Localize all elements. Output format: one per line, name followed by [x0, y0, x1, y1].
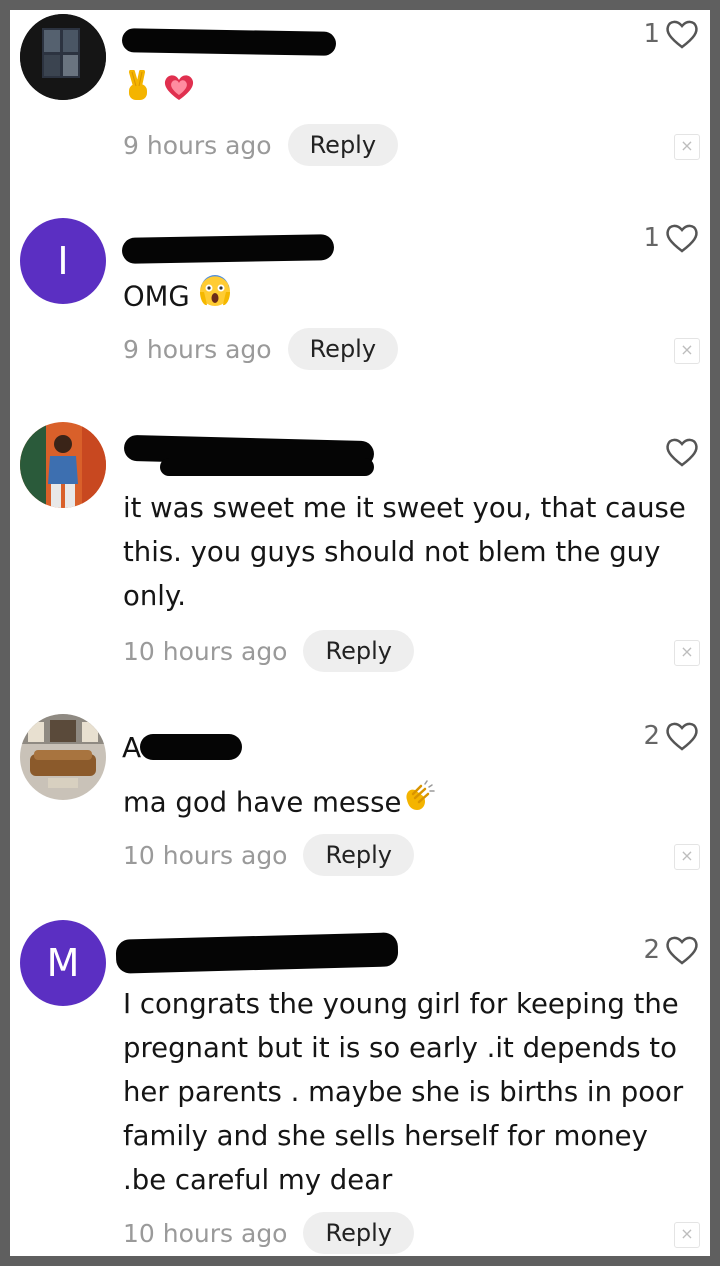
reply-button[interactable]: Reply — [287, 124, 399, 166]
heart-outline-icon — [666, 224, 698, 253]
redaction-mark — [160, 458, 374, 476]
comment-text: I congrats the young girl for keeping th… — [123, 988, 684, 1196]
timestamp: 10 hours ago — [123, 840, 288, 870]
victory-hand-icon — [123, 69, 153, 117]
comment-item: M I congrats the young girl for keeping … — [10, 914, 710, 1256]
avatar[interactable] — [20, 14, 106, 100]
comment-item: I OMG 9 hours ago Reply 1 × — [10, 210, 710, 414]
comment-meta: 10 hours ago Reply — [123, 1212, 414, 1254]
avatar[interactable] — [20, 422, 106, 508]
like-count: 1 — [643, 19, 660, 49]
clapping-hands-icon — [401, 780, 436, 827]
close-icon[interactable]: × — [674, 844, 700, 870]
timestamp: 10 hours ago — [123, 1218, 288, 1248]
like-count: 1 — [643, 223, 660, 253]
avatar[interactable] — [20, 714, 106, 800]
avatar[interactable]: I — [20, 218, 106, 304]
reply-button[interactable]: Reply — [303, 1212, 414, 1254]
timestamp: 10 hours ago — [123, 636, 288, 666]
like-button[interactable]: 2 — [643, 718, 700, 754]
like-button[interactable]: 2 — [643, 932, 700, 968]
timestamp: 9 hours ago — [123, 130, 272, 160]
redaction-mark — [121, 28, 337, 56]
heart-outline-icon — [666, 936, 698, 965]
comment-text: OMG — [123, 274, 686, 321]
avatar[interactable]: M — [20, 920, 106, 1006]
close-icon[interactable]: × — [674, 1222, 700, 1248]
heart-outline-icon — [666, 20, 698, 49]
timestamp: 9 hours ago — [123, 334, 272, 364]
comment-text-content: ma god have messe — [123, 786, 402, 819]
reply-button[interactable]: Reply — [303, 630, 414, 672]
reply-button[interactable]: Reply — [287, 328, 399, 370]
comment-meta: 9 hours ago Reply — [123, 328, 399, 370]
comment-text-content: OMG — [123, 280, 190, 313]
redaction-mark — [140, 734, 242, 760]
comment-item: it was sweet me it sweet you, that cause… — [10, 414, 710, 710]
comment-meta: 10 hours ago Reply — [123, 834, 414, 876]
comment-meta: 9 hours ago Reply — [123, 124, 399, 166]
like-count: 2 — [643, 935, 660, 965]
screaming-face-icon — [198, 274, 232, 321]
comment-text — [123, 69, 686, 117]
heart-outline-icon — [666, 438, 698, 467]
sparkling-heart-icon — [162, 71, 196, 116]
like-button[interactable]: 1 — [643, 220, 700, 256]
close-icon[interactable]: × — [674, 338, 700, 364]
like-button[interactable] — [660, 434, 700, 470]
comment-text: ma god have messe — [123, 780, 686, 827]
like-button[interactable]: 1 — [643, 16, 700, 52]
comments-list: 9 hours ago Reply 1 × I OMG 9 hours ago … — [10, 10, 710, 1256]
comment-item: 9 hours ago Reply 1 × — [10, 10, 710, 210]
comment-meta: 10 hours ago Reply — [123, 630, 414, 672]
close-icon[interactable]: × — [674, 640, 700, 666]
like-count: 2 — [643, 721, 660, 751]
redaction-mark — [121, 234, 335, 264]
heart-outline-icon — [666, 722, 698, 751]
comment-text: it was sweet me it sweet you, that cause… — [123, 492, 686, 612]
reply-button[interactable]: Reply — [303, 834, 414, 876]
comment-item: A ma god have messe 10 hours ago Reply 2… — [10, 710, 710, 914]
close-icon[interactable]: × — [674, 134, 700, 160]
